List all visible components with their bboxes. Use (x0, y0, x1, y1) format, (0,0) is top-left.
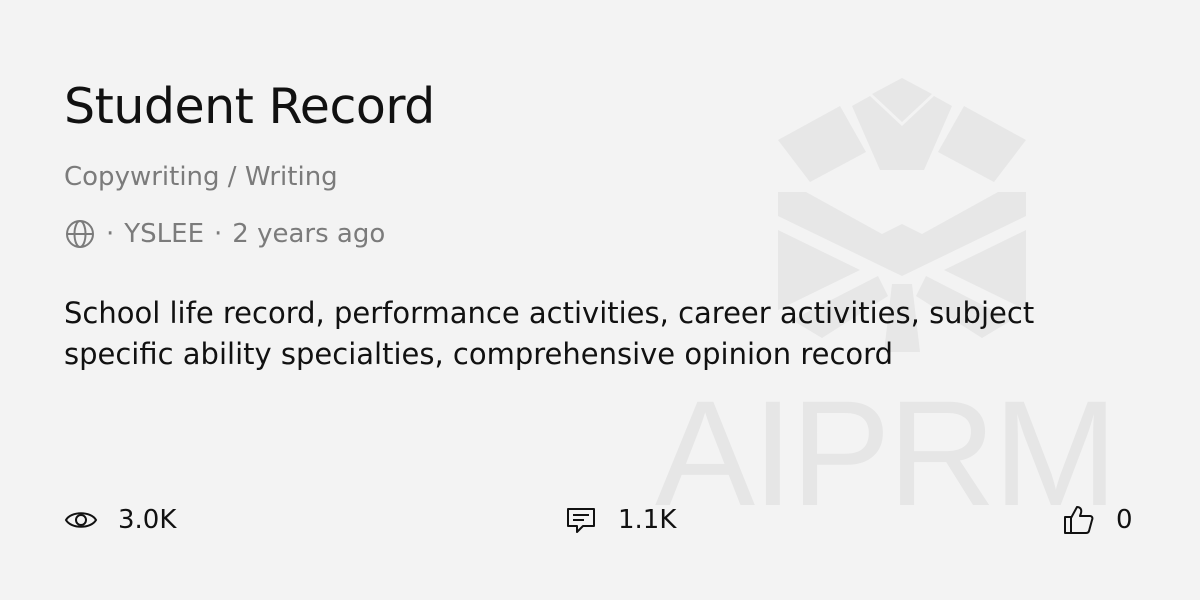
author-name[interactable]: YSLEE (124, 216, 204, 252)
prompt-card[interactable]: AIPRM Student Record Copywriting / Writi… (0, 0, 1200, 600)
thumbs-up-icon[interactable] (1062, 503, 1096, 537)
comment-icon (564, 503, 598, 537)
prompt-category[interactable]: Copywriting / Writing (64, 159, 338, 195)
meta-separator: · (214, 219, 223, 249)
prompt-age: 2 years ago (232, 219, 386, 249)
eye-icon (64, 503, 98, 537)
prompt-description: School life record, performance activiti… (64, 296, 1035, 371)
likes-count: 0 (1116, 505, 1133, 535)
prompt-title: Student Record (64, 78, 435, 135)
meta-separator: · (106, 219, 115, 249)
comments-stat: 1.1K (564, 500, 676, 540)
prompt-meta: · YSLEE · 2 years ago (64, 216, 385, 252)
globe-icon (64, 218, 96, 250)
comments-count: 1.1K (618, 505, 677, 535)
likes-stat[interactable]: 0 (1062, 500, 1133, 540)
views-stat: 3.0K (64, 500, 176, 540)
views-count: 3.0K (118, 505, 177, 535)
